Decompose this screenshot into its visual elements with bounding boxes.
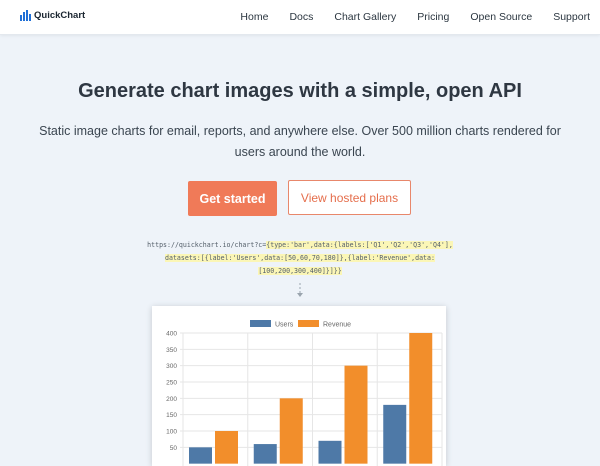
bar-revenue-q4 [409,333,433,464]
nav-link-pricing[interactable]: Pricing [417,11,449,23]
view-hosted-plans-button[interactable]: View hosted plans [288,180,411,215]
legend-swatch-revenue [298,320,319,327]
bar-users-q3 [318,440,342,464]
bar-users-q4 [383,404,407,464]
legend-swatch-users [250,320,271,327]
down-arrow-icon [297,283,303,297]
brand-logo[interactable]: QuickChart [20,10,85,21]
y-tick-label-300: 300 [166,363,177,370]
hero-subline: Static image charts for email, reports, … [39,124,561,159]
code-line-3: [100,200,300,400]}]}} [258,267,342,275]
y-tick-label-250: 250 [166,380,177,387]
y-tick-label-100: 100 [166,429,177,436]
code-url-prefix: https://quickchart.io/chart?c= [147,241,267,249]
y-tick-label-50: 50 [170,445,178,452]
bar-chart-icon [20,10,31,21]
y-tick-label-400: 400 [166,331,177,338]
code-line-1: {type:'bar',data:{labels:['Q1','Q2','Q3'… [266,241,453,249]
nav-links: Home Docs Chart Gallery Pricing Open Sou… [219,11,590,23]
nav-link-open-source[interactable]: Open Source [470,11,532,23]
y-tick-label-350: 350 [166,347,177,354]
nav-link-support[interactable]: Support [553,11,590,23]
get-started-button[interactable]: Get started [188,181,277,216]
legend-label-users: Users [275,322,294,329]
bar-revenue-q3 [344,365,368,464]
bar-users-q2 [253,444,277,464]
nav-link-home[interactable]: Home [240,11,268,23]
bar-revenue-q1 [215,431,238,464]
top-navbar: QuickChart Home Docs Chart Gallery Prici… [0,0,600,35]
bar-revenue-q2 [279,398,303,464]
nav-link-docs[interactable]: Docs [289,11,313,23]
y-tick-label-200: 200 [166,396,177,403]
chart-preview-card: Users Revenue 50 100 150 200 250 300 350 400 [152,306,446,466]
hero-headline: Generate chart images with a simple, ope… [78,80,522,102]
bar-chart: Users Revenue 50 100 150 200 250 300 350 400 [166,320,443,466]
brand-name: QuickChart [34,10,86,21]
nav-link-chart-gallery[interactable]: Chart Gallery [334,11,396,23]
api-code-example: https://quickchart.io/chart?c={type:'bar… [140,239,460,278]
legend-label-revenue: Revenue [323,322,351,329]
y-tick-label-150: 150 [166,412,177,419]
code-line-2: datasets:[{label:'Users',data:[50,60,70,… [165,254,435,262]
